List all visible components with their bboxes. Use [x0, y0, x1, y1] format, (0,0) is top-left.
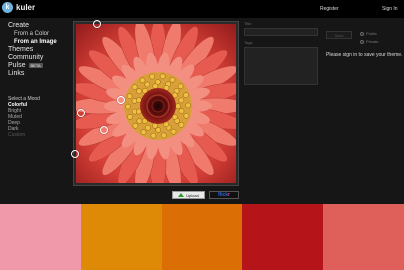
upload-button[interactable]: Upload — [172, 191, 205, 199]
sign-in-message: Please sign in to save your theme. — [326, 52, 403, 58]
color-picker-5[interactable] — [71, 150, 79, 158]
flickr-label-blue: flick — [218, 192, 229, 198]
nav-pulse-label: Pulse — [8, 62, 26, 69]
nav-links[interactable]: Links — [8, 70, 68, 78]
image-panel — [71, 20, 239, 186]
upload-arrow-icon — [178, 193, 185, 197]
mood-custom: Custom — [8, 132, 26, 138]
top-bar: k kuler Register Sign In — [0, 0, 404, 18]
nav-from-image[interactable]: From an Image — [8, 38, 68, 46]
register-link[interactable]: Register — [320, 6, 339, 12]
theme-swatches — [0, 204, 404, 270]
flower-photo — [76, 24, 236, 183]
public-option[interactable]: Public — [360, 31, 377, 36]
kuler-logo[interactable]: k kuler — [2, 2, 35, 13]
image-source-buttons: Upload flick r — [172, 191, 239, 199]
swatch-1[interactable] — [0, 204, 81, 270]
nav-themes[interactable]: Themes — [8, 46, 68, 54]
kuler-logo-text: kuler — [16, 3, 36, 12]
private-option[interactable]: Private — [360, 39, 378, 44]
save-button[interactable]: Save — [326, 31, 352, 39]
flickr-button[interactable]: flick r — [209, 191, 239, 199]
tags-label: Tags — [244, 40, 253, 45]
sign-in-link[interactable]: Sign In — [382, 6, 398, 12]
public-radio[interactable] — [360, 31, 364, 36]
beta-badge: BETA — [28, 62, 43, 68]
nav-create[interactable]: Create — [8, 22, 68, 30]
sidebar-nav: Create From a Color From an Image Themes… — [8, 22, 68, 138]
swatch-3[interactable] — [161, 204, 243, 270]
color-picker-3[interactable] — [77, 109, 85, 117]
swatch-5[interactable] — [323, 204, 404, 270]
tags-input[interactable] — [244, 47, 318, 85]
nav-community[interactable]: Community — [8, 54, 68, 62]
flickr-label-pink: r — [228, 192, 230, 198]
nav-from-color[interactable]: From a Color — [8, 30, 68, 38]
upload-label: Upload — [186, 192, 199, 198]
private-label: Private — [366, 39, 379, 44]
swatch-2[interactable] — [80, 204, 162, 270]
swatch-4[interactable] — [242, 204, 324, 270]
color-picker-2[interactable] — [117, 96, 125, 104]
title-input[interactable] — [244, 28, 318, 36]
color-picker-1[interactable] — [93, 20, 101, 28]
kuler-logo-icon: k — [2, 2, 13, 13]
theme-form: Title Tags Save Public Private Please si… — [244, 21, 404, 85]
public-label: Public — [366, 31, 377, 36]
color-picker-4[interactable] — [100, 126, 108, 134]
private-radio[interactable] — [360, 39, 364, 44]
title-label: Title — [244, 21, 252, 26]
nav-pulse[interactable]: Pulse BETA — [8, 62, 68, 70]
